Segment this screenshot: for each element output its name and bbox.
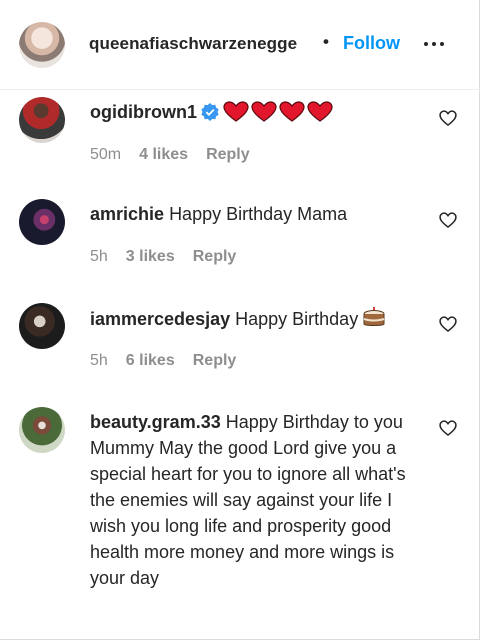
comment-text: iammercedesjay Happy Birthday [90,305,420,336]
comment-meta: 5h 3 likes Reply [90,248,236,266]
comment-text: beauty.gram.33 Happy Birthday to you Mum… [90,409,420,591]
comment-text: ogidibrown1 [90,99,420,130]
comment-item: ogidibrown1 50m 4 likes Reply [0,92,480,192]
birthday-cake-emoji-icon [362,305,386,336]
like-heart-icon[interactable] [438,418,458,438]
comment-body: Happy Birthday to you Mummy May the good… [90,412,406,588]
commenter-avatar[interactable] [19,199,65,245]
comment-item: amrichie Happy Birthday Mama 5h 3 likes … [0,196,480,296]
commenter-avatar[interactable] [19,97,65,143]
comment-time: 5h [90,352,108,369]
comment-body: Happy Birthday Mama [169,204,348,224]
commenter-avatar[interactable] [19,407,65,453]
comment-meta: 5h 6 likes Reply [90,352,236,370]
red-hearts-emoji-icon [223,101,335,130]
comment-username[interactable]: beauty.gram.33 [90,412,221,432]
comment-time: 50m [90,146,122,163]
like-heart-icon[interactable] [438,108,458,128]
like-heart-icon[interactable] [438,210,458,230]
author-username[interactable]: queenafiaschwarzenegge [89,34,297,54]
reply-button[interactable]: Reply [206,146,250,164]
comment-likes[interactable]: 4 likes [139,146,188,164]
comment-likes[interactable]: 6 likes [126,352,175,370]
post-header: queenafiaschwarzenegge • Follow [0,0,480,90]
comment-username[interactable]: amrichie [90,204,164,224]
comment-likes[interactable]: 3 likes [126,248,175,266]
comment-text: amrichie Happy Birthday Mama [90,201,420,227]
more-options-icon[interactable] [424,42,444,46]
comment-username[interactable]: ogidibrown1 [90,102,197,122]
comment-username[interactable]: iammercedesjay [90,309,230,329]
commenter-avatar[interactable] [19,303,65,349]
author-avatar[interactable] [19,22,65,68]
comment-meta: 50m 4 likes Reply [90,146,250,164]
reply-button[interactable]: Reply [193,248,237,266]
comment-body: Happy Birthday [235,309,359,329]
comment-item: iammercedesjay Happy Birthday 5h 6 likes… [0,300,480,400]
separator-dot: • [323,32,329,51]
comments-panel: queenafiaschwarzenegge • Follow ogidibro… [0,0,480,640]
like-heart-icon[interactable] [438,314,458,334]
reply-button[interactable]: Reply [193,352,237,370]
follow-button[interactable]: Follow [343,33,400,54]
verified-badge-icon [201,102,219,128]
comment-item: beauty.gram.33 Happy Birthday to you Mum… [0,404,480,634]
comment-time: 5h [90,248,108,265]
